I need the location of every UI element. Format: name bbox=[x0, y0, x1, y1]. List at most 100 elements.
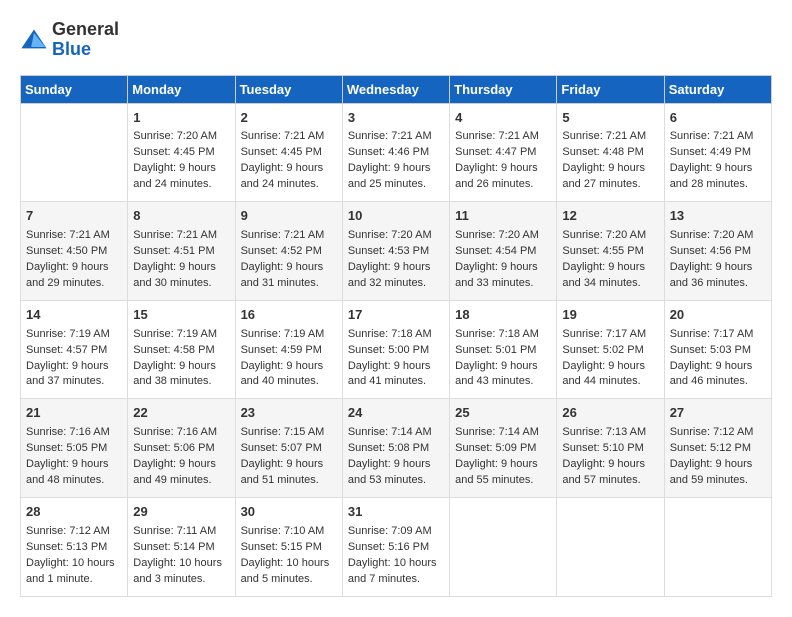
cell-info-line: Sunrise: 7:21 AM bbox=[348, 129, 444, 145]
cell-info-line: Sunset: 4:45 PM bbox=[133, 145, 229, 161]
cell-info-line: and 36 minutes. bbox=[670, 276, 766, 292]
cell-info-line: Daylight: 9 hours bbox=[562, 161, 658, 177]
cell-info-line: Sunset: 4:58 PM bbox=[133, 343, 229, 359]
calendar-cell: 16Sunrise: 7:19 AMSunset: 4:59 PMDayligh… bbox=[235, 300, 342, 399]
calendar-cell: 12Sunrise: 7:20 AMSunset: 4:55 PMDayligh… bbox=[557, 202, 664, 301]
cell-info-line: Daylight: 10 hours bbox=[133, 556, 229, 572]
calendar-cell bbox=[557, 497, 664, 596]
calendar-cell: 17Sunrise: 7:18 AMSunset: 5:00 PMDayligh… bbox=[342, 300, 449, 399]
logo-text: General Blue bbox=[52, 20, 119, 60]
cell-info-line: Sunrise: 7:12 AM bbox=[670, 425, 766, 441]
cell-info-line: Sunrise: 7:21 AM bbox=[241, 129, 337, 145]
cell-info-line: Daylight: 9 hours bbox=[670, 161, 766, 177]
cell-info-line: Sunrise: 7:11 AM bbox=[133, 524, 229, 540]
cell-info-line: Daylight: 9 hours bbox=[241, 457, 337, 473]
day-number: 9 bbox=[241, 207, 337, 226]
day-number: 21 bbox=[26, 404, 122, 423]
cell-info-line: Sunrise: 7:21 AM bbox=[26, 228, 122, 244]
cell-info-line: Sunrise: 7:19 AM bbox=[26, 327, 122, 343]
cell-info-line: Daylight: 9 hours bbox=[348, 260, 444, 276]
cell-info-line: Sunrise: 7:15 AM bbox=[241, 425, 337, 441]
day-number: 24 bbox=[348, 404, 444, 423]
cell-info-line: Daylight: 9 hours bbox=[26, 359, 122, 375]
cell-info-line: Sunrise: 7:16 AM bbox=[26, 425, 122, 441]
calendar-cell bbox=[21, 103, 128, 202]
cell-info-line: Sunrise: 7:21 AM bbox=[241, 228, 337, 244]
calendar-cell bbox=[450, 497, 557, 596]
day-number: 23 bbox=[241, 404, 337, 423]
cell-info-line: Sunrise: 7:12 AM bbox=[26, 524, 122, 540]
cell-info-line: Daylight: 10 hours bbox=[26, 556, 122, 572]
calendar-cell: 23 Sunrise: 7:15 AMSunset: 5:07 PMDayligh… bbox=[235, 399, 342, 498]
calendar-cell: 18Sunrise: 7:18 AMSunset: 5:01 PMDayligh… bbox=[450, 300, 557, 399]
cell-info-line: Sunset: 4:56 PM bbox=[670, 244, 766, 260]
cell-info-line: Sunset: 4:45 PM bbox=[241, 145, 337, 161]
cell-info-line: Sunrise: 7:17 AM bbox=[670, 327, 766, 343]
cell-info-line: Daylight: 9 hours bbox=[133, 457, 229, 473]
cell-info-line: Sunset: 4:57 PM bbox=[26, 343, 122, 359]
day-header-friday: Friday bbox=[557, 75, 664, 103]
cell-info-line: Sunset: 5:09 PM bbox=[455, 441, 551, 457]
day-number: 27 bbox=[670, 404, 766, 423]
cell-info-line: and 48 minutes. bbox=[26, 473, 122, 489]
cell-info-line: Daylight: 9 hours bbox=[670, 457, 766, 473]
cell-info-line: Sunset: 4:59 PM bbox=[241, 343, 337, 359]
cell-info-line: Sunrise: 7:21 AM bbox=[562, 129, 658, 145]
cell-info-line: Daylight: 9 hours bbox=[670, 359, 766, 375]
cell-info-line: Sunset: 5:02 PM bbox=[562, 343, 658, 359]
calendar-cell: 10Sunrise: 7:20 AMSunset: 4:53 PMDayligh… bbox=[342, 202, 449, 301]
cell-info-line: Sunset: 4:55 PM bbox=[562, 244, 658, 260]
calendar-cell: 7Sunrise: 7:21 AMSunset: 4:50 PMDaylight… bbox=[21, 202, 128, 301]
cell-info-line: Sunset: 5:00 PM bbox=[348, 343, 444, 359]
cell-info-line: Sunset: 4:51 PM bbox=[133, 244, 229, 260]
cell-info-line: and 30 minutes. bbox=[133, 276, 229, 292]
cell-info-line: Daylight: 9 hours bbox=[562, 359, 658, 375]
cell-info-line: Sunset: 4:53 PM bbox=[348, 244, 444, 260]
cell-info-line: and 51 minutes. bbox=[241, 473, 337, 489]
cell-info-line: Sunrise: 7:18 AM bbox=[455, 327, 551, 343]
calendar-week-2: 7Sunrise: 7:21 AMSunset: 4:50 PMDaylight… bbox=[21, 202, 772, 301]
cell-info-line: Daylight: 9 hours bbox=[455, 457, 551, 473]
calendar-cell: 2Sunrise: 7:21 AMSunset: 4:45 PMDaylight… bbox=[235, 103, 342, 202]
calendar-cell: 31Sunrise: 7:09 AMSunset: 5:16 PMDayligh… bbox=[342, 497, 449, 596]
cell-info-line: Sunrise: 7:20 AM bbox=[133, 129, 229, 145]
calendar-cell: 30Sunrise: 7:10 AMSunset: 5:15 PMDayligh… bbox=[235, 497, 342, 596]
cell-info-line: and 26 minutes. bbox=[455, 177, 551, 193]
cell-info-line: Daylight: 10 hours bbox=[348, 556, 444, 572]
cell-info-line: Sunrise: 7:20 AM bbox=[348, 228, 444, 244]
calendar-table: SundayMondayTuesdayWednesdayThursdayFrid… bbox=[20, 75, 772, 597]
cell-info-line: Daylight: 9 hours bbox=[133, 260, 229, 276]
cell-info-line: and 1 minute. bbox=[26, 572, 122, 588]
calendar-cell: 24Sunrise: 7:14 AMSunset: 5:08 PMDayligh… bbox=[342, 399, 449, 498]
cell-info-line: Daylight: 9 hours bbox=[348, 359, 444, 375]
cell-info-line: Daylight: 9 hours bbox=[348, 161, 444, 177]
cell-info-line: Daylight: 9 hours bbox=[133, 359, 229, 375]
cell-info-line: and 5 minutes. bbox=[241, 572, 337, 588]
cell-info-line: and 44 minutes. bbox=[562, 374, 658, 390]
calendar-cell: 22Sunrise: 7:16 AMSunset: 5:06 PMDayligh… bbox=[128, 399, 235, 498]
cell-info-line: Daylight: 9 hours bbox=[455, 260, 551, 276]
calendar-cell: 9Sunrise: 7:21 AMSunset: 4:52 PMDaylight… bbox=[235, 202, 342, 301]
cell-info-line: Daylight: 9 hours bbox=[133, 161, 229, 177]
day-header-thursday: Thursday bbox=[450, 75, 557, 103]
cell-info-line: and 37 minutes. bbox=[26, 374, 122, 390]
cell-info-line: Sunset: 5:14 PM bbox=[133, 540, 229, 556]
cell-info-line: and 24 minutes. bbox=[133, 177, 229, 193]
cell-info-line: Daylight: 9 hours bbox=[241, 260, 337, 276]
calendar-cell: 4Sunrise: 7:21 AMSunset: 4:47 PMDaylight… bbox=[450, 103, 557, 202]
cell-info-line: Sunrise: 7:14 AM bbox=[455, 425, 551, 441]
calendar-cell: 14Sunrise: 7:19 AMSunset: 4:57 PMDayligh… bbox=[21, 300, 128, 399]
cell-info-line: Sunset: 5:07 PM bbox=[241, 441, 337, 457]
calendar-cell: 27Sunrise: 7:12 AMSunset: 5:12 PMDayligh… bbox=[664, 399, 771, 498]
day-header-saturday: Saturday bbox=[664, 75, 771, 103]
cell-info-line: and 49 minutes. bbox=[133, 473, 229, 489]
day-number: 16 bbox=[241, 306, 337, 325]
day-number: 4 bbox=[455, 109, 551, 128]
cell-info-line: Daylight: 9 hours bbox=[348, 457, 444, 473]
cell-info-line: Daylight: 9 hours bbox=[455, 161, 551, 177]
cell-info-line: and 7 minutes. bbox=[348, 572, 444, 588]
cell-info-line: and 24 minutes. bbox=[241, 177, 337, 193]
day-number: 15 bbox=[133, 306, 229, 325]
day-number: 26 bbox=[562, 404, 658, 423]
cell-info-line: Sunset: 5:01 PM bbox=[455, 343, 551, 359]
